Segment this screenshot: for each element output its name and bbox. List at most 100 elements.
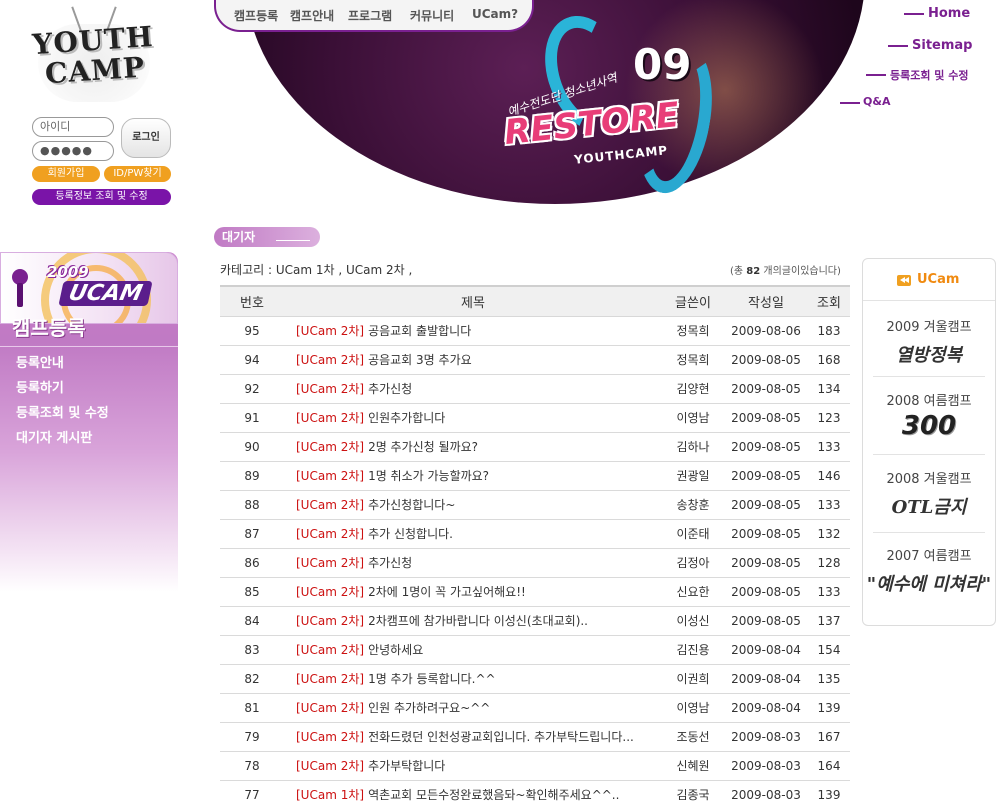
row-title[interactable]: [UCam 2차] 추가부탁합니다 [284, 751, 662, 781]
row-title-text[interactable]: 1명 추가 등록합니다.^^ [368, 672, 496, 686]
row-title[interactable]: [UCam 2차] 인원 추가하려구요~^^ [284, 693, 662, 723]
table-row[interactable]: 87 [UCam 2차] 추가 신청합니다. 이준태 2009-08-05 132 [220, 519, 850, 549]
side-menu-title: 캠프등록 [12, 316, 86, 340]
sitemap-link[interactable]: Sitemap [912, 38, 972, 53]
table-row[interactable]: 92 [UCam 2차] 추가신청 김양현 2009-08-05 134 [220, 374, 850, 404]
row-title[interactable]: [UCam 2차] 추가 신청합니다. [284, 519, 662, 549]
row-title[interactable]: [UCam 2차] 1명 추가 등록합니다.^^ [284, 664, 662, 694]
row-title[interactable]: [UCam 2차] 공음교회 3명 추가요 [284, 345, 662, 375]
camp-entry-2009-winter[interactable]: 2009 겨울캠프 열방정복 [863, 316, 995, 367]
nav-community[interactable]: 커뮤니티 [410, 7, 454, 24]
row-title-text[interactable]: 2차캠프에 참가바랍니다 이성신(초대교회).. [368, 614, 588, 628]
row-title-text[interactable]: 추가 신청합니다. [368, 527, 453, 541]
row-title-text[interactable]: 1명 취소가 가능할까요? [368, 469, 489, 483]
table-row[interactable]: 85 [UCam 2차] 2차에 1명이 꼭 가고싶어해요!! 신요한 2009-08-… [220, 577, 850, 607]
nav-camp-registration[interactable]: 캠프등록 [234, 7, 278, 24]
registration-lookup-link[interactable]: 등록조회 및 수정 [890, 67, 969, 83]
home-link[interactable]: Home [928, 6, 970, 21]
camp-entry-2008-summer[interactable]: 2008 여름캠프 300 [863, 390, 995, 441]
row-title-text[interactable]: 전화드렸던 인천성광교회입니다. 추가부탁드립니다... [368, 730, 634, 744]
side-menu-register[interactable]: 등록하기 [16, 377, 64, 396]
nav-program[interactable]: 프로그램 [348, 7, 392, 24]
row-category[interactable]: [UCam 2차] [296, 643, 364, 657]
youthcamp-logo[interactable]: YOUTH CAMP [28, 6, 158, 106]
row-title-text[interactable]: 추가신청 [368, 556, 412, 570]
login-id-input[interactable]: 아이디 [32, 117, 114, 137]
row-author: 신요한 [662, 577, 724, 607]
row-category[interactable]: [UCam 2차] [296, 672, 364, 686]
camp-entry-2007-summer[interactable]: 2007 여름캠프 "예수에 미쳐라" [863, 545, 995, 596]
row-category[interactable]: [UCam 2차] [296, 353, 364, 367]
row-title[interactable]: [UCam 2차] 안녕하세요 [284, 635, 662, 665]
table-row[interactable]: 86 [UCam 2차] 추가신청 김정아 2009-08-05 128 [220, 548, 850, 578]
row-title-text[interactable]: 공음교회 출발합니다 [368, 324, 471, 338]
row-category[interactable]: [UCam 2차] [296, 701, 364, 715]
row-category[interactable]: [UCam 2차] [296, 759, 364, 773]
nav-camp-guide[interactable]: 캠프안내 [290, 7, 334, 24]
row-category[interactable]: [UCam 2차] [296, 324, 364, 338]
camp-label: 2009 겨울캠프 [886, 320, 972, 335]
row-title-text[interactable]: 추가부탁합니다 [368, 759, 445, 773]
table-row[interactable]: 79 [UCam 2차] 전화드렸던 인천성광교회입니다. 추가부탁드립니다... 조… [220, 722, 850, 752]
qa-link-line [840, 102, 860, 104]
table-row[interactable]: 89 [UCam 2차] 1명 취소가 가능할까요? 권광일 2009-08-05 146 [220, 461, 850, 491]
row-title[interactable]: [UCam 2차] 1명 취소가 가능할까요? [284, 461, 662, 491]
category-filter[interactable]: 카테고리 : UCam 1차 , UCam 2차 , [220, 261, 412, 278]
row-category[interactable]: [UCam 1차] [296, 788, 364, 802]
table-row[interactable]: 95 [UCam 2차] 공음교회 출발합니다 정목희 2009-08-06 183 [220, 316, 850, 346]
row-title[interactable]: [UCam 2차] 2차캠프에 참가바랍니다 이성신(초대교회).. [284, 606, 662, 636]
row-category[interactable]: [UCam 2차] [296, 730, 364, 744]
table-row[interactable]: 77 [UCam 1차] 역촌교회 모든수정완료했음돠~확인해주세요^^.. 김종국 2… [220, 780, 850, 804]
row-title-text[interactable]: 추가신청합니다~ [368, 498, 455, 512]
side-menu-waitlist-board[interactable]: 대기자 게시판 [16, 427, 92, 446]
table-row[interactable]: 90 [UCam 2차] 2명 추가신청 될까요? 김하나 2009-08-05 133 [220, 432, 850, 462]
row-title[interactable]: [UCam 2차] 2명 추가신청 될까요? [284, 432, 662, 462]
row-title[interactable]: [UCam 2차] 추가신청 [284, 374, 662, 404]
ucam-panel-title[interactable]: UCam [917, 272, 959, 287]
join-button[interactable]: 회원가입 [32, 166, 100, 182]
row-category[interactable]: [UCam 2차] [296, 498, 364, 512]
row-category[interactable]: [UCam 2차] [296, 411, 364, 425]
find-id-pw-button[interactable]: ID/PW찾기 [104, 166, 171, 182]
row-title-text[interactable]: 추가신청 [368, 382, 412, 396]
registration-info-button[interactable]: 등록정보 조회 및 수정 [32, 189, 171, 205]
table-row[interactable]: 83 [UCam 2차] 안녕하세요 김진용 2009-08-04 154 [220, 635, 850, 665]
row-title-text[interactable]: 인원추가합니다 [368, 411, 445, 425]
row-category[interactable]: [UCam 2차] [296, 469, 364, 483]
row-title[interactable]: [UCam 2차] 전화드렸던 인천성광교회입니다. 추가부탁드립니다... [284, 722, 662, 752]
row-title[interactable]: [UCam 1차] 역촌교회 모든수정완료했음돠~확인해주세요^^.. [284, 780, 662, 804]
row-title-text[interactable]: 역촌교회 모든수정완료했음돠~확인해주세요^^.. [368, 788, 619, 802]
table-row[interactable]: 81 [UCam 2차] 인원 추가하려구요~^^ 이영남 2009-08-04 139 [220, 693, 850, 723]
row-title[interactable]: [UCam 2차] 공음교회 출발합니다 [284, 316, 662, 346]
table-row[interactable]: 88 [UCam 2차] 추가신청합니다~ 송창훈 2009-08-05 133 [220, 490, 850, 520]
login-password-input[interactable]: ●●●●● [32, 141, 114, 161]
row-title-text[interactable]: 공음교회 3명 추가요 [368, 353, 472, 367]
table-row[interactable]: 84 [UCam 2차] 2차캠프에 참가바랍니다 이성신(초대교회).. 이성신 20… [220, 606, 850, 636]
table-header-row: 번호 제목 글쓴이 작성일 조회 [220, 285, 850, 317]
table-row[interactable]: 94 [UCam 2차] 공음교회 3명 추가요 정목희 2009-08-05 168 [220, 345, 850, 375]
nav-ucam[interactable]: UCam? [472, 7, 518, 21]
row-category[interactable]: [UCam 2차] [296, 527, 364, 541]
row-category[interactable]: [UCam 2차] [296, 614, 364, 628]
row-title-text[interactable]: 2차에 1명이 꼭 가고싶어해요!! [368, 585, 526, 599]
login-button[interactable]: 로그인 [121, 118, 171, 158]
row-category[interactable]: [UCam 2차] [296, 382, 364, 396]
table-row[interactable]: 91 [UCam 2차] 인원추가합니다 이영남 2009-08-05 123 [220, 403, 850, 433]
row-title-text[interactable]: 안녕하세요 [368, 643, 423, 657]
row-title[interactable]: [UCam 2차] 2차에 1명이 꼭 가고싶어해요!! [284, 577, 662, 607]
row-title-text[interactable]: 2명 추가신청 될까요? [368, 440, 478, 454]
row-number: 90 [220, 432, 284, 462]
table-row[interactable]: 78 [UCam 2차] 추가부탁합니다 신혜원 2009-08-03 164 [220, 751, 850, 781]
row-category[interactable]: [UCam 2차] [296, 556, 364, 570]
row-title[interactable]: [UCam 2차] 추가신청 [284, 548, 662, 578]
qa-link[interactable]: Q&A [863, 95, 890, 108]
row-category[interactable]: [UCam 2차] [296, 585, 364, 599]
row-category[interactable]: [UCam 2차] [296, 440, 364, 454]
row-title-text[interactable]: 인원 추가하려구요~^^ [368, 701, 490, 715]
table-row[interactable]: 82 [UCam 2차] 1명 추가 등록합니다.^^ 이권희 2009-08-04 13… [220, 664, 850, 694]
camp-entry-2008-winter[interactable]: 2008 겨울캠프 OTL금지 [863, 468, 995, 519]
row-title[interactable]: [UCam 2차] 추가신청합니다~ [284, 490, 662, 520]
side-menu-lookup-edit[interactable]: 등록조회 및 수정 [16, 402, 109, 421]
side-menu-registration-guide[interactable]: 등록안내 [16, 352, 64, 371]
row-title[interactable]: [UCam 2차] 인원추가합니다 [284, 403, 662, 433]
